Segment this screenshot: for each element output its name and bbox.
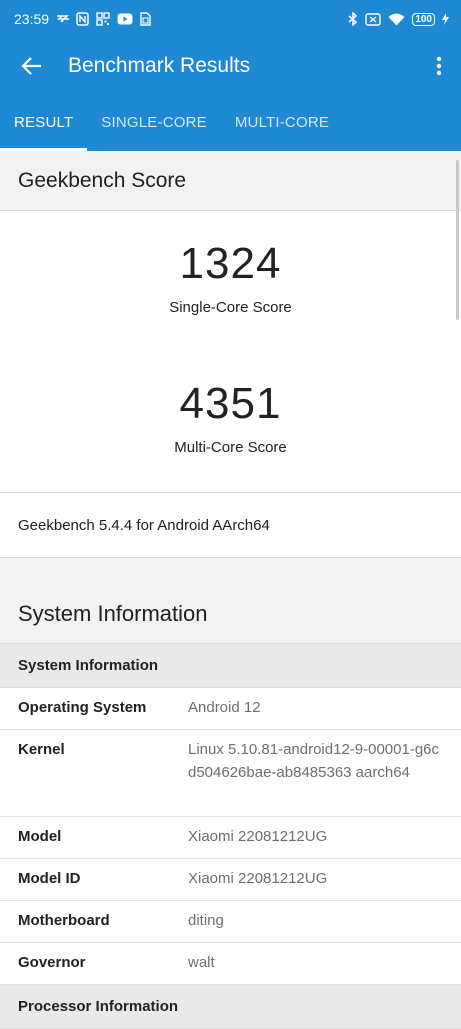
info-key: Motherboard	[18, 912, 110, 929]
info-row-model-id: Model ID Xiaomi 22081212UG	[0, 859, 461, 901]
charging-icon	[442, 13, 449, 25]
more-vert-icon	[436, 56, 442, 76]
app-bar: Benchmark Results	[0, 38, 461, 94]
page-title: Benchmark Results	[68, 54, 251, 77]
status-right: 100	[348, 12, 449, 26]
signal-s-icon	[56, 13, 70, 25]
system-information-heading: System Information	[0, 558, 461, 644]
no-sim-icon	[365, 12, 382, 26]
info-key: Model	[18, 828, 62, 845]
single-core-label: Single-Core Score	[169, 299, 292, 316]
more-options-button[interactable]	[429, 50, 449, 82]
info-key: Operating System	[18, 699, 147, 716]
info-value: walt	[188, 954, 215, 971]
tab-multi-core[interactable]: MULTI-CORE	[221, 94, 343, 151]
info-row-kernel: Kernel Linux 5.10.81-android12-9-00001-g…	[0, 730, 461, 817]
status-bar: 23:59 100	[0, 0, 461, 38]
nfc-icon	[76, 12, 89, 26]
tab-result[interactable]: RESULT	[0, 94, 88, 151]
scrollbar[interactable]	[456, 160, 459, 320]
info-row-governor: Governor walt	[0, 943, 461, 985]
single-core-score: 1324	[179, 239, 282, 288]
status-left: 23:59	[14, 11, 151, 27]
info-key: Governor	[18, 954, 86, 971]
geekbench-score-heading: Geekbench Score	[0, 151, 461, 211]
processor-information-subheading: Processor Information	[0, 985, 461, 1029]
info-value: Android 12	[188, 699, 261, 716]
sim-icon	[140, 12, 151, 26]
arrow-back-icon	[21, 57, 41, 75]
info-value: diting	[188, 912, 224, 929]
info-row-model: Model Xiaomi 22081212UG	[0, 817, 461, 859]
tab-single-core[interactable]: SINGLE-CORE	[87, 94, 221, 151]
geekbench-version: Geekbench 5.4.4 for Android AArch64	[0, 493, 461, 558]
tab-bar: RESULT SINGLE-CORE MULTI-CORE	[0, 94, 461, 151]
info-value: Xiaomi 22081212UG	[188, 828, 328, 845]
youtube-icon	[117, 13, 133, 25]
single-core-score-block: 1324 Single-Core Score	[0, 239, 461, 316]
wifi-icon	[388, 13, 405, 26]
info-key: Kernel	[18, 741, 65, 758]
back-button[interactable]	[16, 50, 48, 82]
battery-icon: 100	[412, 12, 435, 26]
multi-core-score: 4351	[179, 379, 282, 428]
system-information-subheading: System Information	[0, 644, 461, 688]
info-row-operating-system: Operating System Android 12	[0, 688, 461, 730]
info-row-motherboard: Motherboard diting	[0, 901, 461, 943]
bluetooth-icon	[348, 12, 358, 26]
multi-core-label: Multi-Core Score	[174, 439, 287, 456]
info-value: Xiaomi 22081212UG	[188, 870, 328, 887]
info-key: Model ID	[18, 870, 81, 887]
info-value: Linux 5.10.81-android12-9-00001-g6cd5046…	[188, 741, 440, 781]
qr-icon	[96, 12, 110, 26]
score-card: 1324 Single-Core Score 4351 Multi-Core S…	[0, 211, 461, 493]
status-time: 23:59	[14, 11, 50, 27]
multi-core-score-block: 4351 Multi-Core Score	[0, 379, 461, 456]
